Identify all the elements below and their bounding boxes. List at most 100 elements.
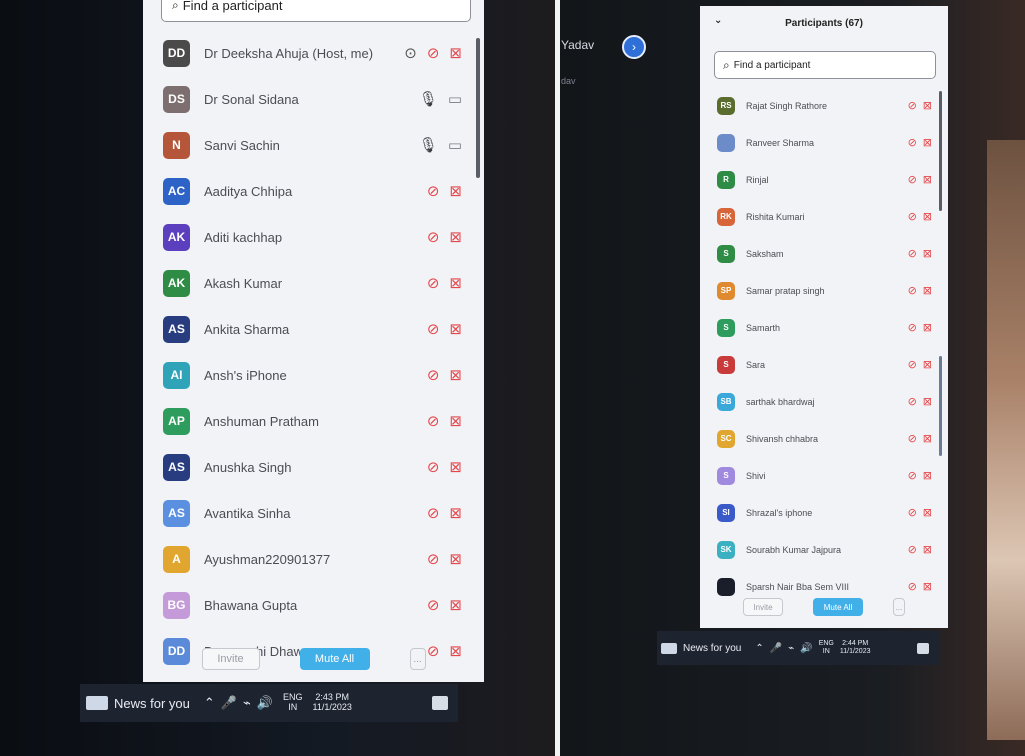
camera-off-icon[interactable]: ⊠ — [923, 432, 932, 445]
mic-muted-icon[interactable]: ⊘ — [427, 412, 440, 430]
news-icon[interactable] — [86, 696, 108, 710]
camera-off-icon[interactable]: ⊠ — [449, 320, 462, 338]
clock[interactable]: 2:44 PM 11/1/2023 — [840, 640, 871, 655]
participant-row[interactable]: AI Ansh's iPhone ⊘ ⊠ — [143, 352, 484, 398]
participant-row[interactable]: SK Sourabh Kumar Jajpura ⊘ ⊠ — [700, 531, 948, 568]
search-input[interactable]: ⌕ Find a participant — [161, 0, 471, 22]
camera-off-icon[interactable]: ⊠ — [923, 173, 932, 186]
more-button[interactable]: ... — [893, 598, 905, 616]
notification-icon[interactable] — [432, 696, 448, 710]
participant-row[interactable]: AK Aditi kachhap ⊘ ⊠ — [143, 214, 484, 260]
mic-muted-icon[interactable]: ⊘ — [908, 543, 917, 556]
mic-muted-icon[interactable]: ⊘ — [908, 469, 917, 482]
camera-off-icon[interactable]: ⊠ — [923, 506, 932, 519]
camera-off-icon[interactable]: ⊠ — [449, 550, 462, 568]
speaker-icon[interactable]: 🔊 — [800, 643, 812, 654]
scrollbar[interactable] — [939, 91, 942, 211]
news-icon[interactable] — [661, 642, 677, 654]
mic-muted-icon[interactable]: ⊘ — [908, 136, 917, 149]
chevron-up-icon[interactable]: ⌃ — [204, 695, 215, 711]
participant-row[interactable]: S Sara ⊘ ⊠ — [700, 346, 948, 383]
camera-off-icon[interactable]: ⊠ — [923, 395, 932, 408]
camera-off-icon[interactable]: ⊠ — [923, 580, 932, 593]
camera-off-icon[interactable]: ⊠ — [449, 182, 462, 200]
mic-muted-icon[interactable]: ⊘ — [427, 320, 440, 338]
mic-muted-icon[interactable]: ⊘ — [908, 395, 917, 408]
participant-row[interactable]: R Rinjal ⊘ ⊠ — [700, 161, 948, 198]
camera-off-icon[interactable]: ⊠ — [923, 136, 932, 149]
mic-muted-icon[interactable]: ⊘ — [427, 44, 440, 62]
camera-on-icon[interactable]: ▭ — [448, 136, 462, 154]
mic-muted-icon[interactable]: ⊘ — [427, 550, 440, 568]
participant-row[interactable]: S Shivi ⊘ ⊠ — [700, 457, 948, 494]
participant-row[interactable]: RK Rishita Kumari ⊘ ⊠ — [700, 198, 948, 235]
camera-off-icon[interactable]: ⊠ — [923, 247, 932, 260]
mic-muted-icon[interactable]: ⊘ — [908, 173, 917, 186]
microphone-icon[interactable]: 🎤 — [770, 643, 782, 654]
camera-off-icon[interactable]: ⊠ — [449, 412, 462, 430]
participant-row[interactable]: S Samarth ⊘ ⊠ — [700, 309, 948, 346]
mic-muted-icon[interactable]: ⊘ — [427, 504, 440, 522]
participant-row[interactable]: AC Aaditya Chhipa ⊘ ⊠ — [143, 168, 484, 214]
participant-row[interactable]: A Ayushman220901377 ⊘ ⊠ — [143, 536, 484, 582]
chevron-down-icon[interactable]: ⌄ — [714, 15, 722, 26]
camera-off-icon[interactable]: ⊠ — [449, 504, 462, 522]
mic-muted-icon[interactable]: ⊘ — [908, 506, 917, 519]
participant-row[interactable]: SP Samar pratap singh ⊘ ⊠ — [700, 272, 948, 309]
camera-off-icon[interactable]: ⊠ — [923, 284, 932, 297]
mic-on-icon[interactable]: 🎙 — [419, 136, 438, 154]
camera-off-icon[interactable]: ⊠ — [449, 458, 462, 476]
next-page-button[interactable]: › — [622, 35, 646, 59]
mic-muted-icon[interactable]: ⊘ — [908, 321, 917, 334]
camera-on-icon[interactable]: ▭ — [448, 90, 462, 108]
invite-button[interactable]: Invite — [201, 648, 260, 670]
mic-muted-icon[interactable]: ⊘ — [427, 182, 440, 200]
participant-row[interactable]: DD Dr Deeksha Ahuja (Host, me) ⊙ ⊘ ⊠ — [143, 30, 484, 76]
participant-row[interactable]: AS Ankita Sharma ⊘ ⊠ — [143, 306, 484, 352]
mic-muted-icon[interactable]: ⊘ — [427, 596, 440, 614]
participant-row[interactable]: Ranveer Sharma ⊘ ⊠ — [700, 124, 948, 161]
camera-off-icon[interactable]: ⊠ — [449, 274, 462, 292]
mic-on-icon[interactable]: 🎙 — [419, 90, 438, 108]
participant-row[interactable]: AK Akash Kumar ⊘ ⊠ — [143, 260, 484, 306]
scrollbar-thumb[interactable] — [939, 356, 942, 456]
invite-button[interactable]: Invite — [743, 598, 783, 616]
mic-muted-icon[interactable]: ⊘ — [908, 580, 917, 593]
mic-muted-icon[interactable]: ⊘ — [427, 458, 440, 476]
news-label[interactable]: News for you — [683, 643, 741, 654]
mic-muted-icon[interactable]: ⊘ — [427, 366, 440, 384]
search-input[interactable]: ⌕ Find a participant — [714, 51, 936, 79]
camera-off-icon[interactable]: ⊠ — [923, 469, 932, 482]
speaker-icon[interactable]: 🔊 — [257, 695, 273, 711]
participant-row[interactable]: AS Avantika Sinha ⊘ ⊠ — [143, 490, 484, 536]
participant-row[interactable]: SC Shivansh chhabra ⊘ ⊠ — [700, 420, 948, 457]
mic-muted-icon[interactable]: ⊘ — [908, 358, 917, 371]
camera-off-icon[interactable]: ⊠ — [449, 366, 462, 384]
mic-muted-icon[interactable]: ⊘ — [908, 210, 917, 223]
language-indicator[interactable]: ENG IN — [283, 692, 303, 713]
participant-row[interactable]: S Saksham ⊘ ⊠ — [700, 235, 948, 272]
network-icon[interactable]: ⌁ — [243, 695, 251, 711]
microphone-icon[interactable]: 🎤 — [221, 695, 237, 711]
participant-row[interactable]: AP Anshuman Pratham ⊘ ⊠ — [143, 398, 484, 444]
participant-row[interactable]: SI Shrazal's iphone ⊘ ⊠ — [700, 494, 948, 531]
more-button[interactable]: ... — [409, 648, 426, 670]
news-label[interactable]: News for you — [114, 696, 190, 711]
participant-row[interactable]: BG Bhawana Gupta ⊘ ⊠ — [143, 582, 484, 628]
notification-icon[interactable] — [917, 642, 929, 654]
camera-off-icon[interactable]: ⊠ — [923, 543, 932, 556]
chevron-up-icon[interactable]: ⌃ — [755, 643, 763, 654]
camera-off-icon[interactable]: ⊠ — [923, 321, 932, 334]
camera-off-icon[interactable]: ⊠ — [449, 44, 462, 62]
mic-muted-icon[interactable]: ⊘ — [427, 274, 440, 292]
participant-row[interactable]: DS Dr Sonal Sidana 🎙 ▭ — [143, 76, 484, 122]
camera-off-icon[interactable]: ⊠ — [923, 358, 932, 371]
camera-off-icon[interactable]: ⊠ — [449, 228, 462, 246]
network-icon[interactable]: ⌁ — [788, 643, 794, 654]
language-indicator[interactable]: ENG IN — [819, 640, 834, 655]
participant-row[interactable]: SB sarthak bhardwaj ⊘ ⊠ — [700, 383, 948, 420]
participant-row[interactable]: AS Anushka Singh ⊘ ⊠ — [143, 444, 484, 490]
mute-all-button[interactable]: Mute All — [813, 598, 863, 616]
scrollbar[interactable] — [476, 38, 480, 178]
mic-muted-icon[interactable]: ⊘ — [908, 247, 917, 260]
